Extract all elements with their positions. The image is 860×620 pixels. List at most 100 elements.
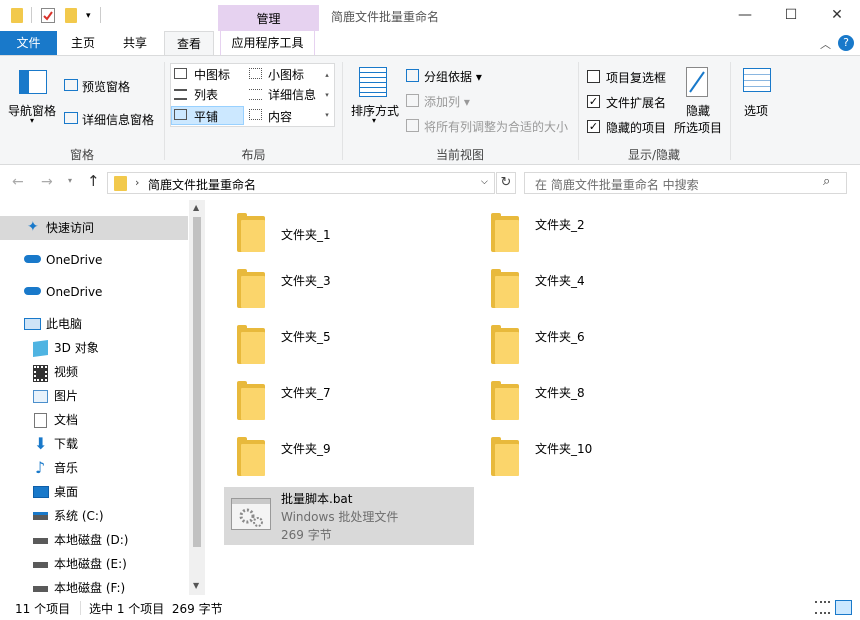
item-checkbox-checkbox[interactable]	[587, 70, 600, 83]
tab-home[interactable]: 主页	[60, 31, 106, 55]
hidden-items-checkbox[interactable]: ✓	[587, 120, 600, 133]
options-icon	[743, 68, 771, 92]
folder-icon	[237, 381, 265, 420]
layout-tiles[interactable]: 平铺	[194, 108, 218, 125]
nav-documents[interactable]: 文档	[54, 408, 78, 432]
medium-icons-icon	[174, 68, 187, 79]
folder-tile[interactable]: 文件夹_4	[489, 268, 739, 324]
selection-info: 选中 1 个项目 269 字节	[89, 602, 223, 616]
hide-selected-button-line2[interactable]: 所选项目	[674, 119, 722, 136]
layout-medium-icons[interactable]: 中图标	[194, 66, 230, 83]
options-button[interactable]: 选项	[744, 102, 768, 119]
folder-tile[interactable]: 文件夹_8	[489, 380, 739, 436]
sort-dropdown-icon[interactable]: ▾	[372, 116, 376, 125]
status-divider	[80, 601, 81, 615]
nav-quick-access[interactable]: 快速访问	[46, 216, 94, 240]
nav-onedrive-2[interactable]: OneDrive	[46, 280, 102, 304]
folder-tile[interactable]: 文件夹_9	[235, 436, 485, 492]
group-by-label: 分组依据	[424, 70, 473, 84]
folder-tile[interactable]: 文件夹_2	[489, 212, 739, 268]
nav-pane-dropdown-icon[interactable]: ▾	[30, 116, 34, 125]
folder-tile[interactable]: 文件夹_10	[489, 436, 739, 492]
tiles-icon	[174, 109, 187, 120]
nav-desktop[interactable]: 桌面	[54, 480, 78, 504]
minimize-button[interactable]: —	[722, 0, 768, 30]
scroll-thumb[interactable]	[193, 217, 201, 547]
tab-app-tools[interactable]: 应用程序工具	[220, 31, 315, 55]
layout-small-icons[interactable]: 小图标	[268, 66, 304, 83]
breadcrumb-chevron-icon[interactable]: ›	[135, 176, 139, 189]
nav-scrollbar[interactable]: ▲ ▼	[189, 200, 205, 595]
batch-file-icon	[231, 498, 271, 530]
back-icon[interactable]: ←	[12, 174, 24, 190]
maximize-button[interactable]: ☐	[768, 0, 814, 30]
nav-drive-d[interactable]: 本地磁盘 (D:)	[54, 528, 128, 552]
item-checkbox-label[interactable]: 项目复选框	[606, 69, 666, 86]
nav-drive-c[interactable]: 系统 (C:)	[54, 504, 104, 528]
folder-tile[interactable]: 文件夹_1	[235, 212, 485, 268]
tab-file[interactable]: 文件	[0, 31, 57, 55]
scroll-down-icon[interactable]: ▼	[193, 581, 199, 590]
collapse-ribbon-icon[interactable]: ︿	[820, 36, 831, 52]
address-box[interactable]: › 简鹿文件批量重命名 ⌵	[107, 172, 495, 194]
folder-tile[interactable]: 文件夹_6	[489, 324, 739, 380]
tab-share[interactable]: 共享	[112, 31, 158, 55]
hide-selected-icon	[686, 67, 708, 97]
downloads-icon: ⬇	[34, 434, 48, 453]
search-icon[interactable]: ⌕	[823, 174, 830, 189]
search-input[interactable]: 在 简鹿文件批量重命名 中搜索 ⌕	[524, 172, 847, 194]
nav-pictures[interactable]: 图片	[54, 384, 78, 408]
group-by-button[interactable]: 分组依据 ▾	[424, 68, 482, 85]
group-label-show-hide: 显示/隐藏	[627, 148, 681, 162]
nav-this-pc[interactable]: 此电脑	[46, 312, 82, 336]
address-bar-row: ← → ▾ ↑ › 简鹿文件批量重命名 ⌵ ↻ 在 简鹿文件批量重命名 中搜索 …	[0, 166, 860, 200]
folder-tile[interactable]: 文件夹_3	[235, 268, 485, 324]
layout-content[interactable]: 内容	[268, 108, 292, 125]
nav-downloads[interactable]: 下载	[54, 432, 78, 456]
gallery-scroll-icon[interactable]: ▴ ▾ ▾	[321, 65, 333, 125]
properties-icon[interactable]	[41, 8, 55, 23]
up-icon[interactable]: ↑	[87, 172, 100, 190]
details-pane-icon	[64, 112, 78, 124]
address-dropdown-icon[interactable]: ⌵	[481, 177, 488, 187]
scroll-up-icon[interactable]: ▲	[193, 203, 199, 212]
help-icon[interactable]: ?	[838, 35, 854, 51]
fit-columns-button[interactable]: 将所有列调整为合适的大小	[424, 118, 568, 135]
recent-locations-icon[interactable]: ▾	[68, 176, 72, 185]
breadcrumb[interactable]: 简鹿文件批量重命名	[148, 176, 256, 193]
nav-3d-objects[interactable]: 3D 对象	[54, 336, 99, 360]
tiles-view-icon[interactable]	[835, 600, 852, 615]
folder-tile[interactable]: 文件夹_7	[235, 380, 485, 436]
details-pane-button[interactable]: 详细信息窗格	[82, 111, 154, 128]
folder-name: 文件夹_1	[281, 228, 331, 242]
file-ext-label[interactable]: 文件扩展名	[606, 94, 666, 111]
group-label-panes: 窗格	[69, 148, 94, 162]
folder-icon	[237, 213, 265, 252]
hidden-items-label[interactable]: 隐藏的项目	[606, 119, 666, 136]
preview-pane-button[interactable]: 预览窗格	[82, 78, 130, 95]
folder-tile[interactable]: 文件夹_5	[235, 324, 485, 380]
qat-dropdown-icon[interactable]: ▾	[86, 11, 91, 21]
add-column-button[interactable]: 添加列 ▾	[424, 93, 470, 110]
layout-details[interactable]: 详细信息	[268, 86, 316, 103]
details-view-icon[interactable]	[815, 601, 830, 614]
close-button[interactable]: ✕	[814, 0, 860, 30]
bat-file-tile[interactable]: 批量脚本.bat Windows 批处理文件 269 字节	[224, 487, 474, 545]
search-placeholder: 在 简鹿文件批量重命名 中搜索	[535, 178, 699, 192]
desktop-icon	[33, 486, 49, 498]
bat-file-name: 批量脚本.bat	[281, 492, 353, 506]
nav-music[interactable]: 音乐	[54, 456, 78, 480]
folder-name: 文件夹_9	[281, 442, 331, 456]
layout-list[interactable]: 列表	[194, 86, 218, 103]
nav-onedrive-1[interactable]: OneDrive	[46, 248, 102, 272]
folder-icon	[491, 437, 519, 476]
nav-videos[interactable]: 视频	[54, 360, 78, 384]
nav-drive-e[interactable]: 本地磁盘 (E:)	[54, 552, 127, 576]
tab-view[interactable]: 查看	[164, 31, 214, 56]
file-ext-checkbox[interactable]: ✓	[587, 95, 600, 108]
forward-icon[interactable]: →	[41, 174, 53, 190]
folder-icon	[491, 381, 519, 420]
new-folder-icon[interactable]	[65, 8, 77, 23]
hide-selected-button-line1[interactable]: 隐藏	[686, 102, 710, 119]
refresh-button[interactable]: ↻	[496, 172, 516, 194]
